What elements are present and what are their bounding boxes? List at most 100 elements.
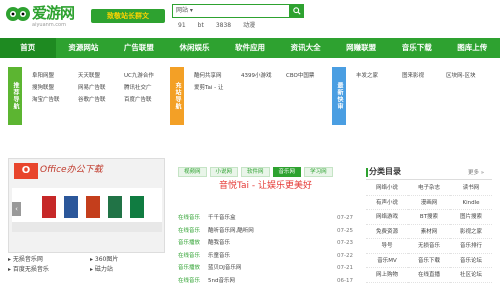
nav-item[interactable]: 资源网站: [56, 38, 112, 58]
ad-link[interactable]: CBO中国票: [286, 70, 314, 82]
slogan-badge: 致敬站长群文: [91, 9, 165, 23]
list-row[interactable]: 音乐播放 蓝贝DJ音乐网 07-21: [178, 262, 353, 275]
list-item[interactable]: ▸ 无损音乐网: [8, 255, 49, 265]
nav-item[interactable]: 休闲娱乐: [167, 38, 223, 58]
nav-item-home[interactable]: 首页: [0, 38, 56, 58]
ad-link[interactable]: 丰发之家: [356, 70, 378, 82]
more-link[interactable]: 更多 »: [468, 168, 484, 176]
ad-link[interactable]: 区块网-区块: [446, 70, 476, 82]
ad-column: UC九游合作 腾讯社交广 百度广告联: [124, 70, 154, 106]
category-link[interactable]: BT搜索: [408, 211, 450, 225]
nav-item[interactable]: 资讯大全: [278, 38, 334, 58]
category-grid: 网络小说 电子杂志 读书网有声小说 漫画网 Kindle 网络游戏 BT搜索 图片搜索免费资源…: [366, 182, 492, 283]
divider: [366, 179, 492, 180]
category-link[interactable]: 音乐MV: [366, 255, 408, 268]
list-row[interactable]: 在线音乐 5nd音乐网 06-17: [178, 275, 353, 288]
site-list: 在线音乐 千千音乐盒 07-27 在线音乐 酷听音乐网,酷听网 07-25 音乐播放 酷我…: [178, 212, 353, 287]
ad-link[interactable]: 酷何共享网: [194, 70, 223, 82]
list-row[interactable]: 音乐播放 酷我音乐 07-23: [178, 237, 353, 250]
hot-word[interactable]: bt: [198, 22, 204, 30]
category-link[interactable]: 图片搜索: [450, 211, 492, 225]
category-tabs: 视频网 小说网 软件网 音乐网 学习网: [178, 167, 333, 177]
logo-icon[interactable]: [6, 6, 30, 22]
category-link[interactable]: 漫画网: [408, 197, 450, 210]
search-icon: [293, 7, 301, 15]
ad-column: 4399小游戏: [241, 70, 272, 82]
ad-link[interactable]: 谷歌广告联: [78, 94, 106, 106]
category-link[interactable]: 在线直播: [408, 269, 450, 283]
logo-subtitle: aiyuanm.com: [32, 22, 66, 28]
ad-link[interactable]: 淘宝广告联: [32, 94, 60, 106]
category-link[interactable]: 读书网: [450, 182, 492, 196]
ad-link[interactable]: UC九游合作: [124, 70, 154, 82]
ad-link[interactable]: 爱剪Tai - 让: [194, 82, 223, 94]
category-link[interactable]: 网上购物: [366, 269, 408, 283]
category-link[interactable]: 有声小说: [366, 197, 408, 210]
ad-link[interactable]: 图来影视: [402, 70, 424, 82]
category-link[interactable]: 音乐排行: [450, 240, 492, 254]
office-title: Office办公下载: [40, 165, 103, 175]
search-button[interactable]: [290, 4, 304, 18]
nav-item[interactable]: 广告联盟: [111, 38, 167, 58]
list-row[interactable]: 在线音乐 乐童音乐 07-22: [178, 250, 353, 263]
nav-item[interactable]: 网赚联盟: [333, 38, 389, 58]
list-item[interactable]: ▸ 磁力站: [90, 265, 118, 275]
category-link[interactable]: Kindle: [450, 197, 492, 210]
left-list: ▸ 360图片 ▸ 磁力站: [90, 255, 118, 275]
logo-text[interactable]: 爱游网: [32, 4, 75, 22]
category-link[interactable]: 音乐论坛: [450, 255, 492, 268]
recommend-tag: 推荐导航: [8, 67, 22, 125]
ad-link[interactable]: 天天联盟: [78, 70, 106, 82]
office-logo: O: [14, 163, 38, 179]
list-row[interactable]: 在线音乐 千千音乐盒 07-27: [178, 212, 353, 225]
ad-link[interactable]: 腾讯社交广: [124, 82, 154, 94]
category-link[interactable]: 网络游戏: [366, 211, 408, 225]
hot-word[interactable]: 动漫: [243, 22, 255, 30]
hot-word[interactable]: 91: [178, 22, 186, 30]
main-nav: 首页 资源网站 广告联盟 休闲娱乐 软件应用 资讯大全 网赚联盟 音乐下载 图库…: [0, 38, 500, 58]
ad-column: CBO中国票: [286, 70, 314, 82]
station-tag: 充站导航: [170, 67, 184, 125]
office-icons: [12, 188, 162, 232]
category-link[interactable]: 网络小说: [366, 182, 408, 196]
nav-item[interactable]: 软件应用: [222, 38, 278, 58]
ad-link[interactable]: 百度广告联: [124, 94, 154, 106]
ad-link[interactable]: 搜狗联盟: [32, 82, 60, 94]
ad-link[interactable]: 4399小游戏: [241, 70, 272, 82]
list-item[interactable]: ▸ 百度无损音乐: [8, 265, 49, 275]
category-link[interactable]: 社区论坛: [450, 269, 492, 283]
page: 爱游网 aiyuanm.com 致敬站长群文 网站 ▾ 91 bt 3838 动…: [0, 0, 500, 299]
left-list: ▸ 无损音乐网 ▸ 百度无损音乐: [8, 255, 49, 275]
category-link[interactable]: 电子杂志: [408, 182, 450, 196]
ad-column: 天天联盟 网易广告联 谷歌广告联: [78, 70, 106, 106]
ad-link[interactable]: 网易广告联: [78, 82, 106, 94]
ad-column: 阜阳网盟 搜狗联盟 淘宝广告联: [32, 70, 60, 106]
ad-column: 丰发之家: [356, 70, 378, 82]
category-link[interactable]: 无损音乐: [408, 240, 450, 254]
hot-words: 91 bt 3838 动漫: [178, 22, 255, 30]
nav-item[interactable]: 音乐下载: [389, 38, 445, 58]
prev-arrow-icon[interactable]: ‹: [12, 202, 21, 216]
nav-item[interactable]: 图库上传: [445, 38, 500, 58]
tab-video[interactable]: 视频网: [178, 167, 207, 177]
ad-column: 酷何共享网 爱剪Tai - 让: [194, 70, 223, 94]
list-row[interactable]: 在线音乐 酷听音乐网,酷听网 07-25: [178, 225, 353, 238]
hot-word[interactable]: 3838: [216, 22, 231, 30]
category-link[interactable]: 影视之家: [450, 226, 492, 239]
tab-novel[interactable]: 小说网: [209, 167, 239, 177]
list-item[interactable]: ▸ 360图片: [90, 255, 118, 265]
search-category-select[interactable]: 网站 ▾: [176, 4, 193, 18]
section-marker: [366, 168, 368, 177]
ad-link[interactable]: 阜阳网盟: [32, 70, 60, 82]
category-link[interactable]: 导号: [366, 240, 408, 254]
ad-column: 图来影视: [402, 70, 424, 82]
category-link[interactable]: 免费资源: [366, 226, 408, 239]
tab-music[interactable]: 音乐网: [272, 167, 302, 177]
latest-review-tag: 最新快审: [332, 67, 346, 125]
ad-column: 区块网-区块: [446, 70, 476, 82]
tab-software[interactable]: 软件网: [241, 167, 270, 177]
featured-title[interactable]: 音悦Tai - 让娱乐更美好: [178, 180, 353, 192]
category-link[interactable]: 素材网: [408, 226, 450, 239]
category-link[interactable]: 音乐下载: [408, 255, 450, 268]
tab-study[interactable]: 学习网: [304, 167, 333, 177]
